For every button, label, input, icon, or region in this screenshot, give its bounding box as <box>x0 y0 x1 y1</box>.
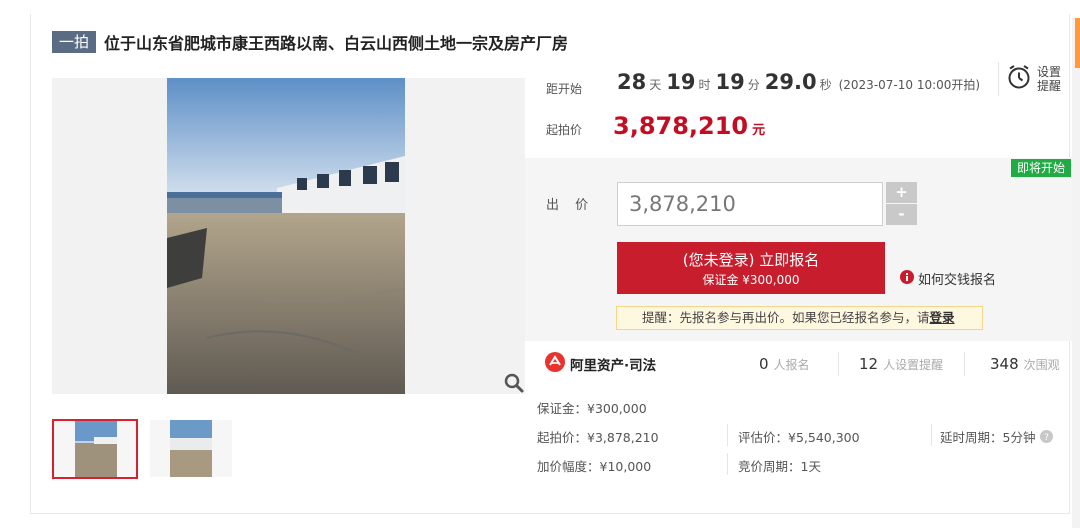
help-icon[interactable]: ? <box>1040 430 1054 443</box>
stat-views-label: 次围观 <box>1023 358 1060 372</box>
detail-divider <box>931 424 932 446</box>
signup-button-label: (您未登录) 立即报名 <box>682 251 820 269</box>
start-price-label: 起拍价 <box>546 123 583 137</box>
countdown-minutes-unit: 分 <box>747 78 760 92</box>
login-link[interactable]: 登录 <box>930 310 955 325</box>
edge-accent <box>1075 18 1080 68</box>
bid-amount-input[interactable]: 3,878,210 <box>617 182 883 226</box>
detail-appraisal: 评估价：¥5,540,300 <box>738 430 860 445</box>
ali-logo-icon <box>545 352 565 376</box>
status-badge: 即将开始 <box>1011 159 1072 177</box>
countdown-seconds: 29.0 <box>764 70 817 94</box>
bid-decrease-button[interactable]: - <box>886 204 917 225</box>
detail-increment: 加价幅度：¥10,000 <box>537 459 652 474</box>
info-icon <box>900 269 914 288</box>
countdown-hours: 19 <box>666 70 696 94</box>
how-to-pay-link[interactable]: 如何交钱报名 <box>900 269 996 288</box>
set-reminder-label: 设置提醒 <box>1037 65 1062 93</box>
how-to-pay-text: 如何交钱报名 <box>918 273 997 288</box>
countdown: 28 天 19 时 19 分 29.0 秒 (2023-07-10 10:00开… <box>617 70 980 94</box>
thumbnail-2[interactable] <box>150 420 232 477</box>
stat-signups: 0 人报名 <box>759 355 810 373</box>
svg-text:?: ? <box>1045 433 1050 443</box>
detail-divider <box>727 424 728 446</box>
countdown-minutes: 19 <box>715 70 745 94</box>
stat-reminders-label: 人设置提醒 <box>883 358 944 372</box>
login-notice: 提醒：先报名参与再出价。如果您已经报名参与，请登录 <box>616 306 983 330</box>
notice-text: 提醒：先报名参与再出价。如果您已经报名参与，请 <box>642 310 930 325</box>
stat-reminders: 12 人设置提醒 <box>859 355 943 373</box>
bid-increase-button[interactable]: + <box>886 182 917 203</box>
stat-views: 348 次围观 <box>990 355 1060 373</box>
auction-title-row: 一拍 位于山东省肥城市康王西路以南、白云山西侧土地一宗及房产厂房 <box>52 30 568 54</box>
stat-signups-label: 人报名 <box>773 358 810 372</box>
countdown-days-unit: 天 <box>649 78 662 92</box>
countdown-days: 28 <box>617 70 647 94</box>
start-price-value: 3,878,210 <box>613 112 749 140</box>
countdown-label: 距开始 <box>546 82 583 96</box>
stat-divider <box>964 352 965 376</box>
stat-reminders-count: 12 <box>859 355 879 373</box>
start-time-note: (2023-07-10 10:00开拍) <box>838 78 981 92</box>
detail-delay-period: 延时周期：5分钟 ? <box>940 427 1054 446</box>
detail-deposit: 保证金：¥300,000 <box>537 401 647 416</box>
countdown-seconds-unit: 秒 <box>819 78 832 92</box>
thumbnail-1[interactable] <box>52 419 138 479</box>
alarm-clock-icon <box>1007 64 1031 94</box>
countdown-hours-unit: 时 <box>698 78 711 92</box>
platform-brand: 阿里资产·司法 <box>545 352 656 376</box>
auction-title: 位于山东省肥城市康王西路以南、白云山西侧土地一宗及房产厂房 <box>104 34 569 53</box>
stat-signups-count: 0 <box>759 355 769 373</box>
start-price-unit: 元 <box>752 123 766 138</box>
stat-views-count: 348 <box>990 355 1019 373</box>
detail-start-price: 起拍价：¥3,878,210 <box>537 430 659 445</box>
main-photo[interactable] <box>167 78 405 394</box>
detail-divider <box>727 453 728 475</box>
set-reminder-button[interactable]: 设置提醒 <box>998 62 1065 96</box>
detail-delay-period-text: 延时周期：5分钟 <box>940 430 1036 445</box>
signup-button[interactable]: (您未登录) 立即报名 保证金 ¥300,000 <box>617 242 885 294</box>
zoom-icon[interactable] <box>503 372 525 394</box>
page-edge <box>1072 18 1080 528</box>
start-price: 3,878,210 元 <box>613 112 765 140</box>
detail-bid-period: 竞价周期：1天 <box>738 459 821 474</box>
signup-deposit-label: 保证金 ¥300,000 <box>702 273 800 287</box>
bid-label: 出 价 <box>546 198 595 213</box>
round-tag: 一拍 <box>52 31 97 53</box>
platform-name: 阿里资产·司法 <box>570 358 657 374</box>
stat-divider <box>838 352 839 376</box>
